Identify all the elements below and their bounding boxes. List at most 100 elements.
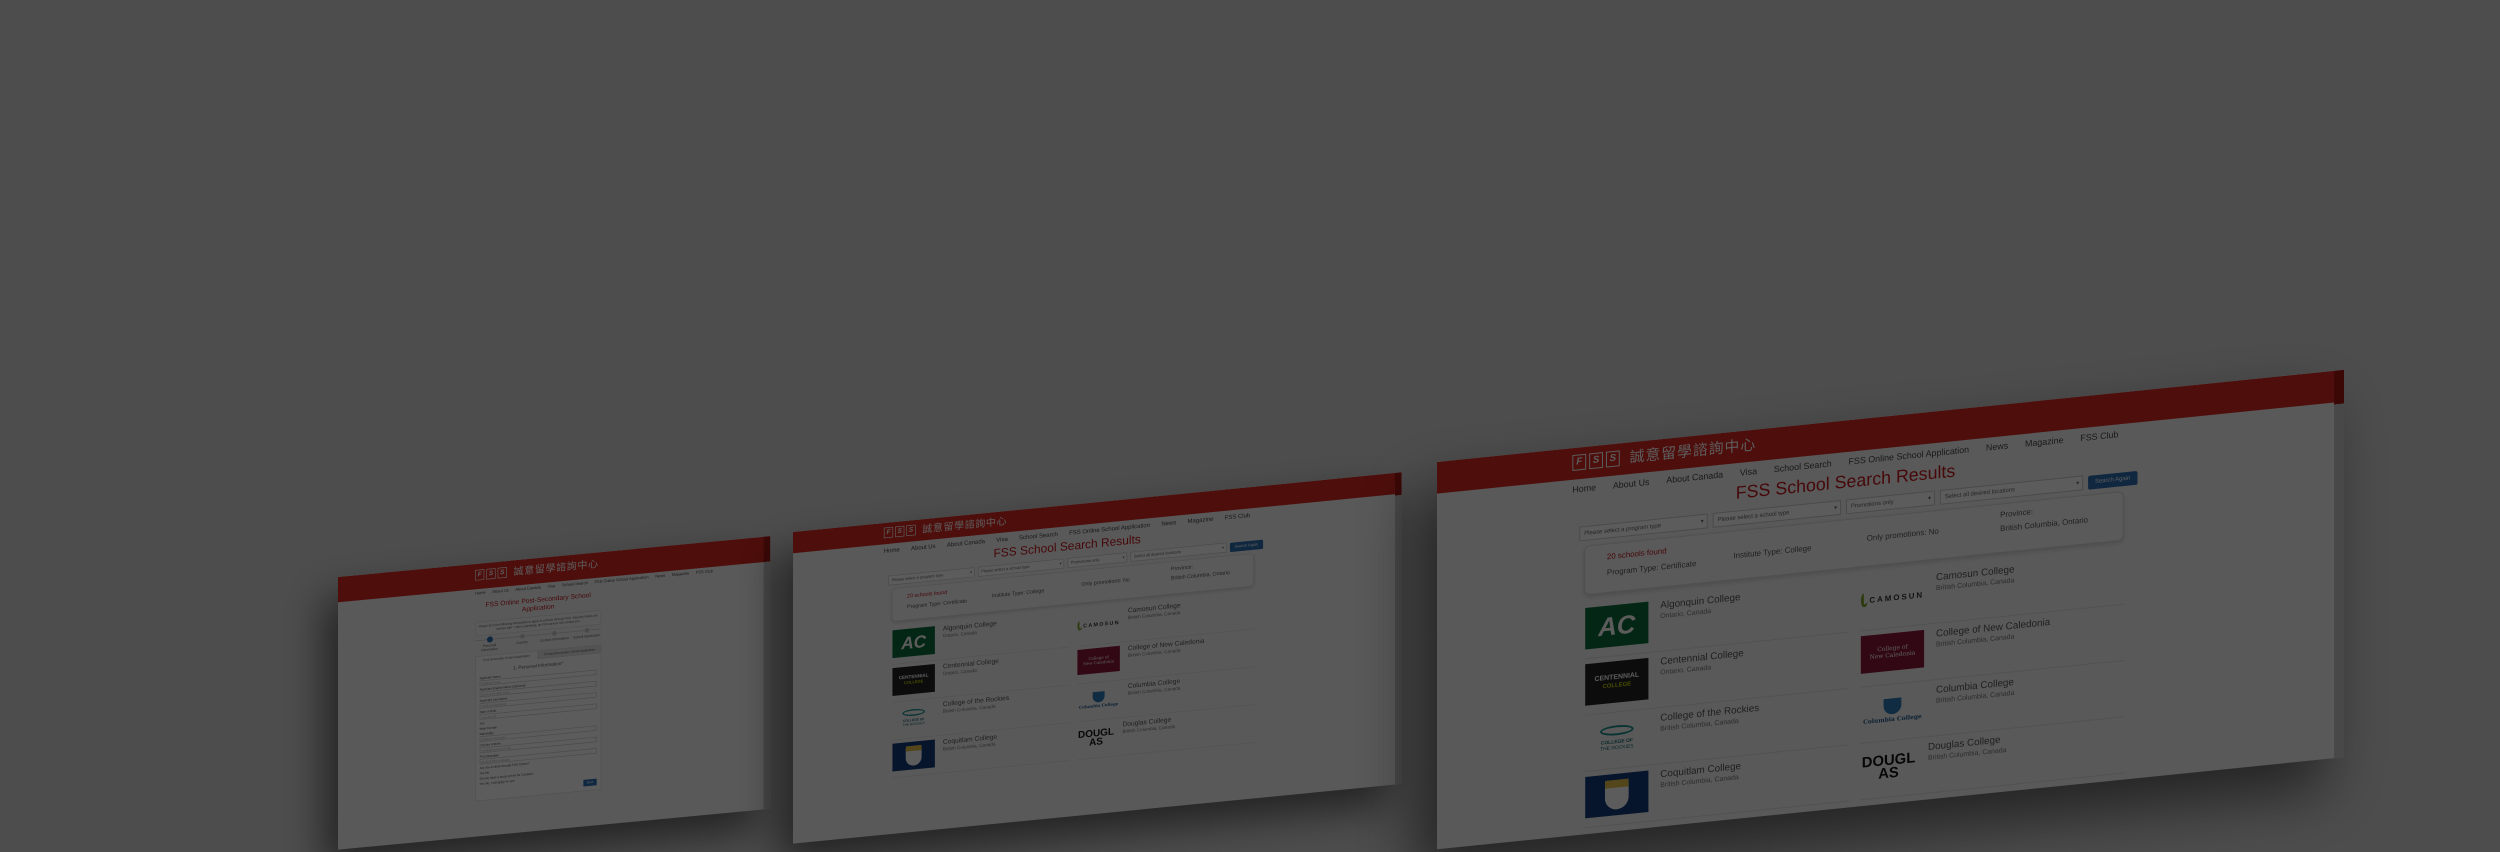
nav-home[interactable]: Home (884, 546, 900, 554)
nav-fss-club[interactable]: FSS Club (1225, 512, 1251, 521)
province-value: British Columbia, Ontario (1170, 569, 1230, 582)
school-logo[interactable]: College of New Caledonia (1077, 645, 1120, 676)
school-logo[interactable]: COLLEGE OF THE ROCKIES (892, 702, 934, 734)
school-info: College of the Rockies British Columbia, … (1660, 703, 1759, 763)
result-count: 20 schools found (1606, 546, 1667, 562)
school-logo[interactable]: DOUGLAS (1077, 722, 1114, 753)
nav-news[interactable]: News (1986, 441, 2008, 453)
nav-fss-club[interactable]: FSS Club (696, 569, 713, 575)
school-info: Columbia College British Columbia, Canada (1936, 677, 2014, 735)
logo-text: COLLEGE (1602, 681, 1632, 691)
school-logo[interactable] (892, 739, 935, 772)
search-again-button[interactable]: Search Again (2088, 470, 2138, 490)
logo-mark: F (1572, 453, 1587, 471)
school-logo[interactable]: Columbia College (1077, 684, 1119, 716)
step-label: Submit Application (573, 633, 601, 640)
school-logo[interactable]: Columbia College (1861, 686, 1924, 734)
step-dot-icon (519, 633, 525, 639)
school-list: AC Algonquin College Ontario, Canada CAMOSU… (1585, 548, 2125, 829)
nav-school-search[interactable]: School Search (1774, 458, 1832, 474)
nav-about-canada[interactable]: About Canada (515, 586, 541, 592)
nav-magazine[interactable]: Magazine (672, 572, 689, 578)
nav-about-us[interactable]: About Us (1613, 477, 1650, 491)
nav-visa[interactable]: Visa (996, 535, 1008, 543)
school-info: Douglas College British Columbia, Canada (1123, 716, 1176, 755)
nav-school-search[interactable]: School Search (562, 581, 588, 587)
logo-text: DOUGLAS (1078, 725, 1114, 749)
school-logo[interactable]: DOUGLAS (1861, 743, 1916, 790)
next-button[interactable]: Next (583, 778, 597, 787)
school-logo[interactable]: CENTENNIAL COLLEGE (892, 663, 935, 696)
nav-fss-club[interactable]: FSS Club (2080, 429, 2118, 443)
school-info: Algonquin College Ontario, Canada (943, 620, 997, 659)
institute-type-summary: Institute Type: College (991, 587, 1045, 599)
nav-about-canada[interactable]: About Canada (947, 538, 985, 548)
search-results-screenshot-large: F S S 誠意留學諮詢中心 Home About Us About Canad… (1437, 369, 2344, 850)
step-dot-icon (584, 627, 590, 633)
nav-home[interactable]: Home (1572, 482, 1596, 494)
school-logo[interactable]: COLLEGE OF THE ROCKIES (1585, 714, 1648, 762)
logo-mark: S (497, 566, 507, 579)
nav-magazine[interactable]: Magazine (2025, 435, 2064, 449)
school-info: Camosun College British Columbia, Canada (1936, 564, 2015, 622)
program-type-summary: Program Type: Certificate (1606, 559, 1697, 578)
nav-news[interactable]: News (1161, 519, 1176, 527)
promotions-summary: Only promotions: No (1081, 576, 1130, 588)
logo-text: AC (1598, 608, 1636, 642)
school-logo[interactable]: CAMOSUN (1077, 608, 1120, 640)
step-2: Country (507, 633, 536, 650)
school-logo[interactable]: AC (1585, 601, 1649, 650)
nav-about-canada[interactable]: About Canada (1666, 469, 1723, 485)
school-info: Coquitlam College British Columbia, Canad… (943, 733, 997, 772)
logo-emblem-icon (1604, 778, 1629, 811)
step-1: Personal Information (475, 636, 504, 653)
step-label: Country (516, 640, 528, 646)
nav-about-us[interactable]: About Us (492, 589, 508, 595)
school-logo[interactable]: CENTENNIAL COLLEGE (1585, 657, 1649, 706)
province-value: British Columbia, Ontario (2000, 515, 2089, 534)
school-logo[interactable]: CAMOSUN (1860, 574, 1924, 622)
logo-mark: F (474, 568, 485, 581)
search-again-button[interactable]: Search Again (1229, 539, 1263, 552)
logo-text: DOUGLAS (1861, 749, 1916, 783)
nav-news[interactable]: News (655, 574, 665, 579)
step-4: Submit Application (572, 627, 601, 644)
nav-home[interactable]: Home (475, 591, 486, 596)
school-logo[interactable]: AC (892, 626, 935, 659)
nav-visa[interactable]: Visa (1740, 466, 1757, 478)
logo-mark: F (883, 526, 894, 539)
logo-text: Columbia College (1078, 701, 1119, 710)
school-info: Centennial College Ontario, Canada (943, 658, 999, 697)
step-3: Contact Information (540, 630, 569, 647)
nav-school-search[interactable]: School Search (1019, 531, 1058, 541)
logo-emblem-icon (1092, 690, 1105, 703)
logo-mark: S (1605, 449, 1620, 468)
school-info: Columbia College British Columbia, Canada (1128, 678, 1181, 717)
program-type-summary: Program Type: Certificate (907, 597, 968, 610)
application-form: FSS Online Post-Secondary School Applica… (474, 591, 602, 802)
nav-visa[interactable]: Visa (548, 584, 556, 589)
school-list: AC Algonquin College Ontario, Canada CAMOSU… (892, 591, 1255, 779)
logo-text: COLLEGE (904, 679, 924, 686)
logo-text: Columbia College (1863, 712, 1922, 726)
logo-text: AC (901, 630, 927, 653)
school-info: Camosun College British Columbia, Canada (1128, 602, 1181, 641)
step-label: Personal Information (481, 643, 498, 653)
school-logo[interactable]: College of New Caledonia (1860, 629, 1925, 674)
logo-text: THE ROCKIES (902, 721, 925, 728)
panel-edge (1395, 472, 1402, 785)
logo-mark: S (1589, 451, 1603, 469)
logo-emblem-icon (902, 708, 925, 717)
logo-mark: S (486, 567, 496, 580)
school-info: College of the Rockies British Columbia, … (943, 694, 1009, 734)
logo-marks: F S S (1572, 449, 1620, 471)
school-info: Algonquin College Ontario, Canada (1660, 592, 1740, 651)
nav-magazine[interactable]: Magazine (1188, 515, 1214, 524)
nav-about-us[interactable]: About Us (911, 543, 936, 552)
form-body: 1. Personal Information* Applicant Name … (474, 653, 602, 802)
school-logo[interactable] (1585, 770, 1649, 819)
school-info: Coquitlam College British Columbia, Canad… (1660, 761, 1741, 820)
logo-emblem-icon (905, 744, 922, 767)
logo-text: CAMOSUN (1083, 618, 1120, 629)
school-info: Douglas College British Columbia, Canada (1928, 734, 2006, 792)
